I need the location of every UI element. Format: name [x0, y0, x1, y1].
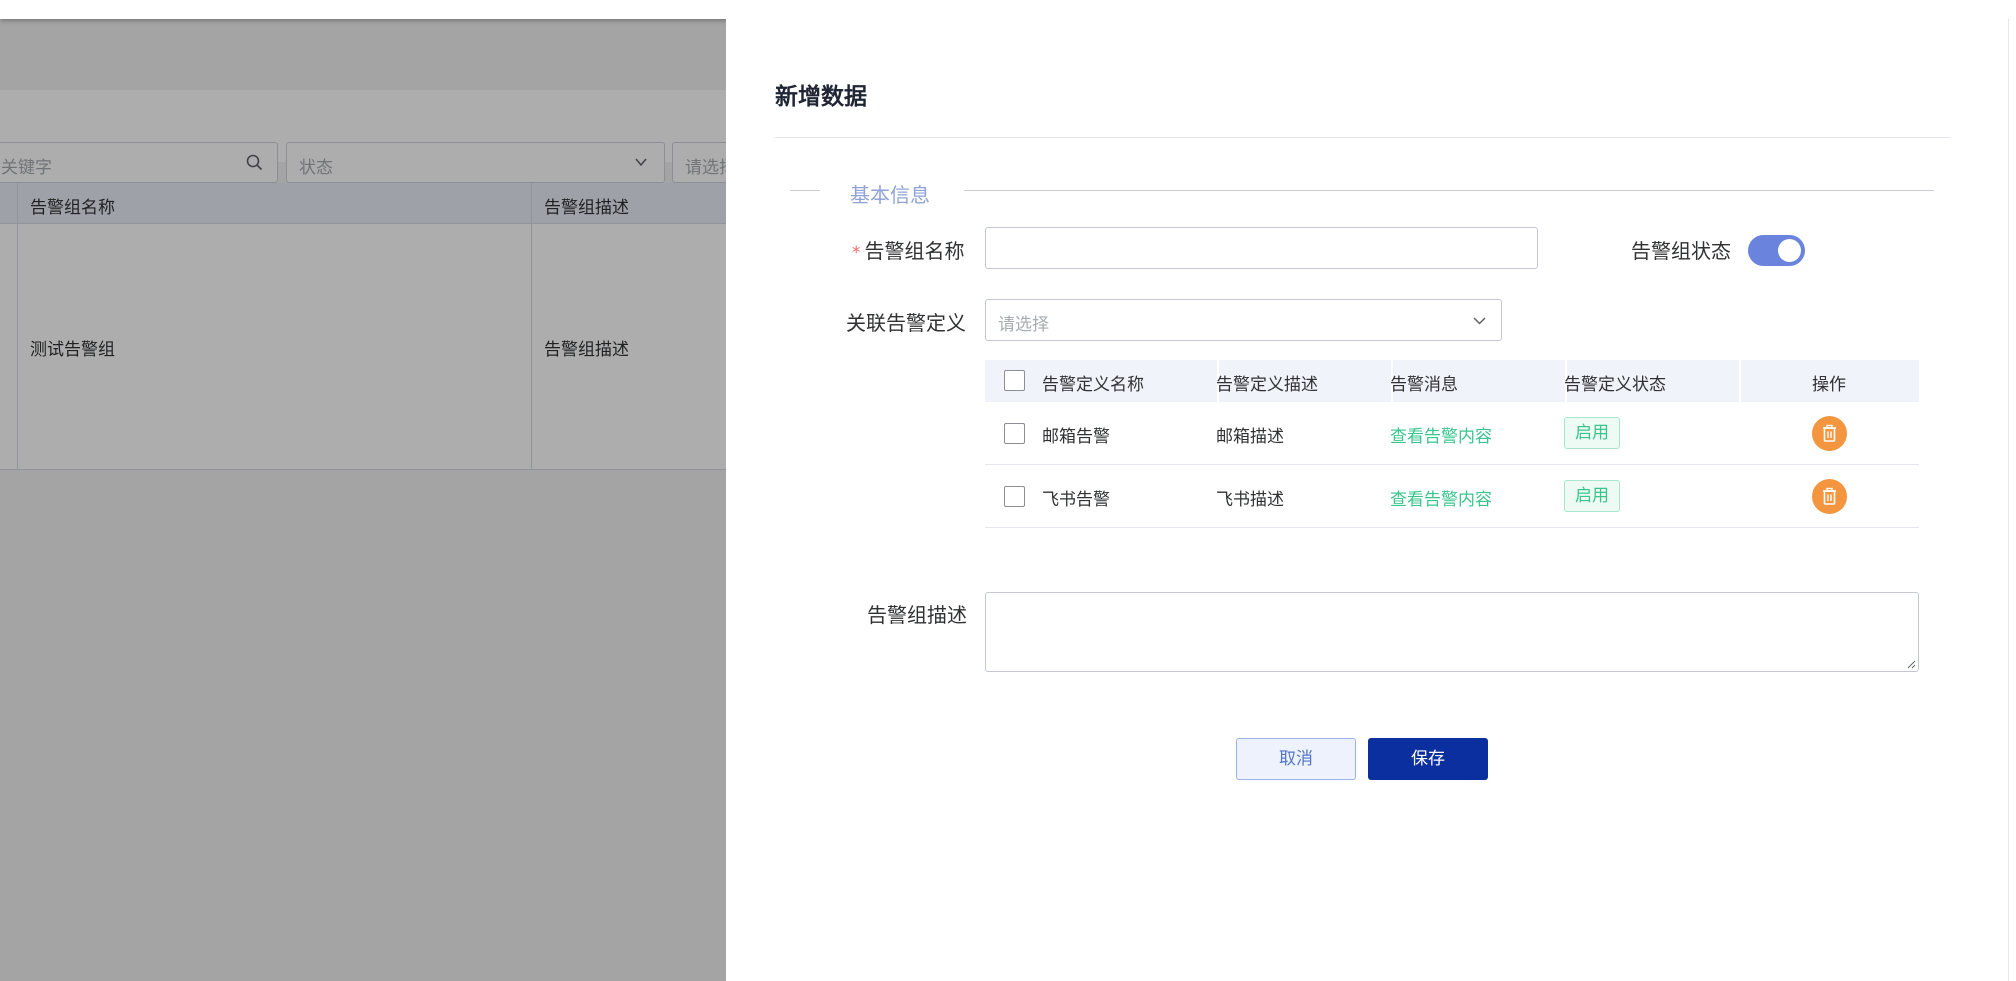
section-line-left — [790, 190, 820, 191]
definition-status-cell: 启用 — [1564, 465, 1738, 527]
toggle-knob — [1778, 239, 1801, 262]
alert-group-description-textarea[interactable] — [985, 592, 1919, 672]
row-checkbox-cell — [985, 402, 1035, 464]
top-strip — [0, 0, 2016, 19]
cancel-button[interactable]: 取消 — [1236, 738, 1356, 780]
alert-definitions-table: 告警定义名称 告警定义描述 告警消息 告警定义状态 操作 邮箱告警 邮箱描述 查… — [985, 360, 1919, 528]
trash-icon — [1823, 487, 1836, 505]
chevron-down-icon — [1473, 317, 1486, 325]
definition-name-cell: 飞书告警 — [1042, 490, 1110, 510]
definition-description-cell: 邮箱描述 — [1216, 427, 1284, 447]
status-badge: 启用 — [1564, 417, 1620, 449]
definition-label: 关联告警定义 — [846, 311, 966, 335]
actions-cell — [1741, 465, 1919, 527]
add-data-drawer: 新增数据 基本信息 * 告警组名称 告警组状态 关联告警定义 请选择 告警定义名称… — [726, 19, 2008, 981]
actions-cell — [1741, 402, 1919, 464]
table-row: 飞书告警 飞书描述 查看告警内容 启用 — [985, 465, 1919, 528]
table-header: 告警定义名称 告警定义描述 告警消息 告警定义状态 操作 — [985, 360, 1919, 402]
drawer-scrollbar-area — [2008, 19, 2016, 981]
table-row: 邮箱告警 邮箱描述 查看告警内容 启用 — [985, 402, 1919, 465]
status-badge: 启用 — [1564, 480, 1620, 512]
save-button[interactable]: 保存 — [1368, 738, 1488, 780]
row-checkbox-cell — [985, 465, 1035, 527]
delete-button[interactable] — [1812, 479, 1847, 514]
definition-name-cell: 邮箱告警 — [1042, 427, 1110, 447]
definition-status-cell: 启用 — [1564, 402, 1738, 464]
drawer-divider — [775, 137, 1951, 138]
status-toggle[interactable] — [1748, 235, 1805, 266]
section-basic-info: 基本信息 — [790, 179, 1934, 207]
select-all-checkbox[interactable] — [1004, 370, 1025, 391]
name-label: * 告警组名称 — [852, 239, 965, 263]
row-checkbox[interactable] — [1004, 486, 1025, 507]
alert-group-name-input[interactable] — [985, 227, 1538, 269]
section-line-right — [964, 190, 1934, 191]
header-definition-name: 告警定义名称 — [1042, 375, 1144, 395]
header-checkbox-cell — [985, 360, 1035, 402]
header-alert-message: 告警消息 — [1390, 375, 1458, 395]
delete-button[interactable] — [1812, 416, 1847, 451]
section-title: 基本信息 — [850, 183, 930, 207]
view-alert-content-link[interactable]: 查看告警内容 — [1390, 465, 1564, 527]
header-definition-status: 告警定义状态 — [1564, 375, 1666, 395]
definition-placeholder: 请选择 — [998, 315, 1049, 335]
definition-description-cell: 飞书描述 — [1216, 490, 1284, 510]
row-checkbox[interactable] — [1004, 423, 1025, 444]
drawer-title: 新增数据 — [775, 84, 867, 110]
alert-definition-select[interactable]: 请选择 — [985, 299, 1502, 341]
header-actions: 操作 — [1812, 375, 1846, 395]
header-definition-description: 告警定义描述 — [1216, 375, 1318, 395]
trash-icon — [1823, 424, 1836, 442]
status-label: 告警组状态 — [1631, 239, 1731, 263]
resize-handle-icon[interactable] — [1906, 659, 1916, 669]
description-label: 告警组描述 — [867, 603, 967, 627]
required-mark: * — [852, 243, 861, 263]
view-alert-content-link[interactable]: 查看告警内容 — [1390, 402, 1564, 464]
